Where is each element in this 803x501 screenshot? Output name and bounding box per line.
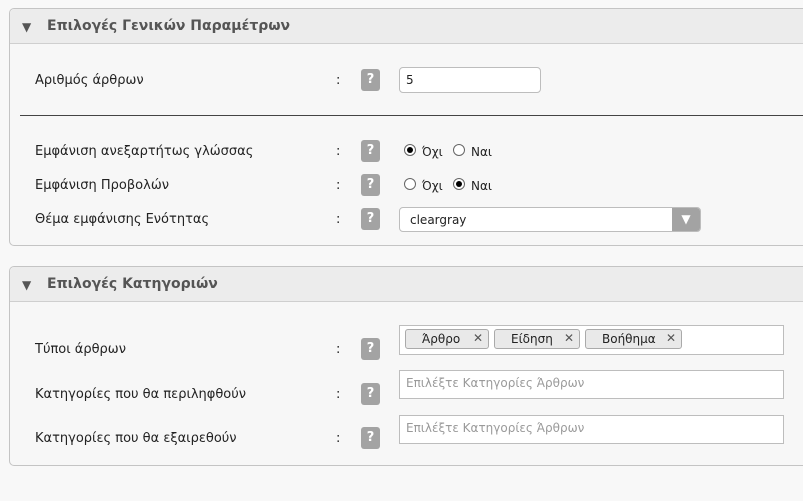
help-icon[interactable]: ? bbox=[361, 208, 380, 230]
lang-no-text: Όχι bbox=[422, 145, 443, 159]
categories-options-panel: ▼ Επιλογές Κατηγοριών Τύποι άρθρων : ? Ά… bbox=[9, 266, 803, 466]
exclude-categories-input[interactable]: Επιλέξτε Κατηγορίες Άρθρων bbox=[399, 415, 784, 444]
colon: : bbox=[336, 212, 341, 227]
colon: : bbox=[336, 144, 341, 159]
general-options-panel: ▼ Επιλογές Γενικών Παραμέτρων Αριθμός άρ… bbox=[9, 8, 803, 246]
tag-label: Είδηση bbox=[511, 332, 553, 346]
chevron-down-icon[interactable]: ▼ bbox=[672, 208, 700, 231]
lang-no-radio[interactable] bbox=[404, 144, 416, 156]
help-icon[interactable]: ? bbox=[361, 383, 380, 405]
theme-select-value: cleargray bbox=[410, 213, 467, 227]
views-no-text: Όχι bbox=[422, 179, 443, 193]
tag-label: Βοήθημα bbox=[602, 332, 656, 346]
lang-label: Εμφάνιση ανεξαρτήτως γλώσσας bbox=[35, 144, 254, 159]
general-options-title: Επιλογές Γενικών Παραμέτρων bbox=[47, 18, 291, 34]
colon: : bbox=[336, 431, 341, 446]
colon: : bbox=[336, 178, 341, 193]
help-icon[interactable]: ? bbox=[361, 427, 380, 449]
triangle-down-icon: ▼ bbox=[22, 278, 32, 292]
include-categories-input[interactable]: Επιλέξτε Κατηγορίες Άρθρων bbox=[399, 370, 784, 399]
views-label: Εμφάνιση Προβολών bbox=[35, 178, 169, 193]
num-articles-input[interactable]: 5 bbox=[399, 67, 541, 93]
colon: : bbox=[336, 342, 341, 357]
tag-item: Βοήθημα ✕ bbox=[585, 329, 682, 349]
types-label: Τύποι άρθρων bbox=[35, 342, 126, 357]
theme-select[interactable]: cleargray ▼ bbox=[399, 207, 701, 232]
separator bbox=[20, 115, 803, 116]
lang-yes-radio[interactable] bbox=[453, 144, 465, 156]
views-yes-radio[interactable] bbox=[453, 178, 465, 190]
views-no-radio[interactable] bbox=[404, 178, 416, 190]
remove-tag-icon[interactable]: ✕ bbox=[564, 331, 574, 345]
help-icon[interactable]: ? bbox=[361, 338, 380, 360]
num-articles-label: Αριθμός άρθρων bbox=[35, 73, 144, 88]
colon: : bbox=[336, 73, 341, 88]
help-icon[interactable]: ? bbox=[361, 174, 380, 196]
lang-yes-text: Ναι bbox=[471, 145, 492, 159]
categories-options-header[interactable]: ▼ Επιλογές Κατηγοριών bbox=[10, 267, 803, 302]
tag-item: Άρθρο ✕ bbox=[405, 329, 489, 349]
help-icon[interactable]: ? bbox=[361, 69, 380, 91]
exclude-label: Κατηγορίες που θα εξαιρεθούν bbox=[35, 431, 237, 446]
remove-tag-icon[interactable]: ✕ bbox=[666, 331, 676, 345]
theme-label: Θέμα εμφάνισης Ενότητας bbox=[35, 212, 210, 227]
colon: : bbox=[336, 387, 341, 402]
triangle-down-icon: ▼ bbox=[22, 20, 32, 34]
remove-tag-icon[interactable]: ✕ bbox=[473, 331, 483, 345]
tag-item: Είδηση ✕ bbox=[494, 329, 580, 349]
include-label: Κατηγορίες που θα περιληφθούν bbox=[35, 387, 247, 402]
tag-label: Άρθρο bbox=[422, 332, 461, 346]
views-yes-text: Ναι bbox=[471, 179, 492, 193]
categories-options-title: Επιλογές Κατηγοριών bbox=[47, 276, 218, 292]
types-tag-input[interactable]: Άρθρο ✕ Είδηση ✕ Βοήθημα ✕ bbox=[399, 325, 784, 355]
general-options-header[interactable]: ▼ Επιλογές Γενικών Παραμέτρων bbox=[10, 9, 803, 44]
help-icon[interactable]: ? bbox=[361, 140, 380, 162]
